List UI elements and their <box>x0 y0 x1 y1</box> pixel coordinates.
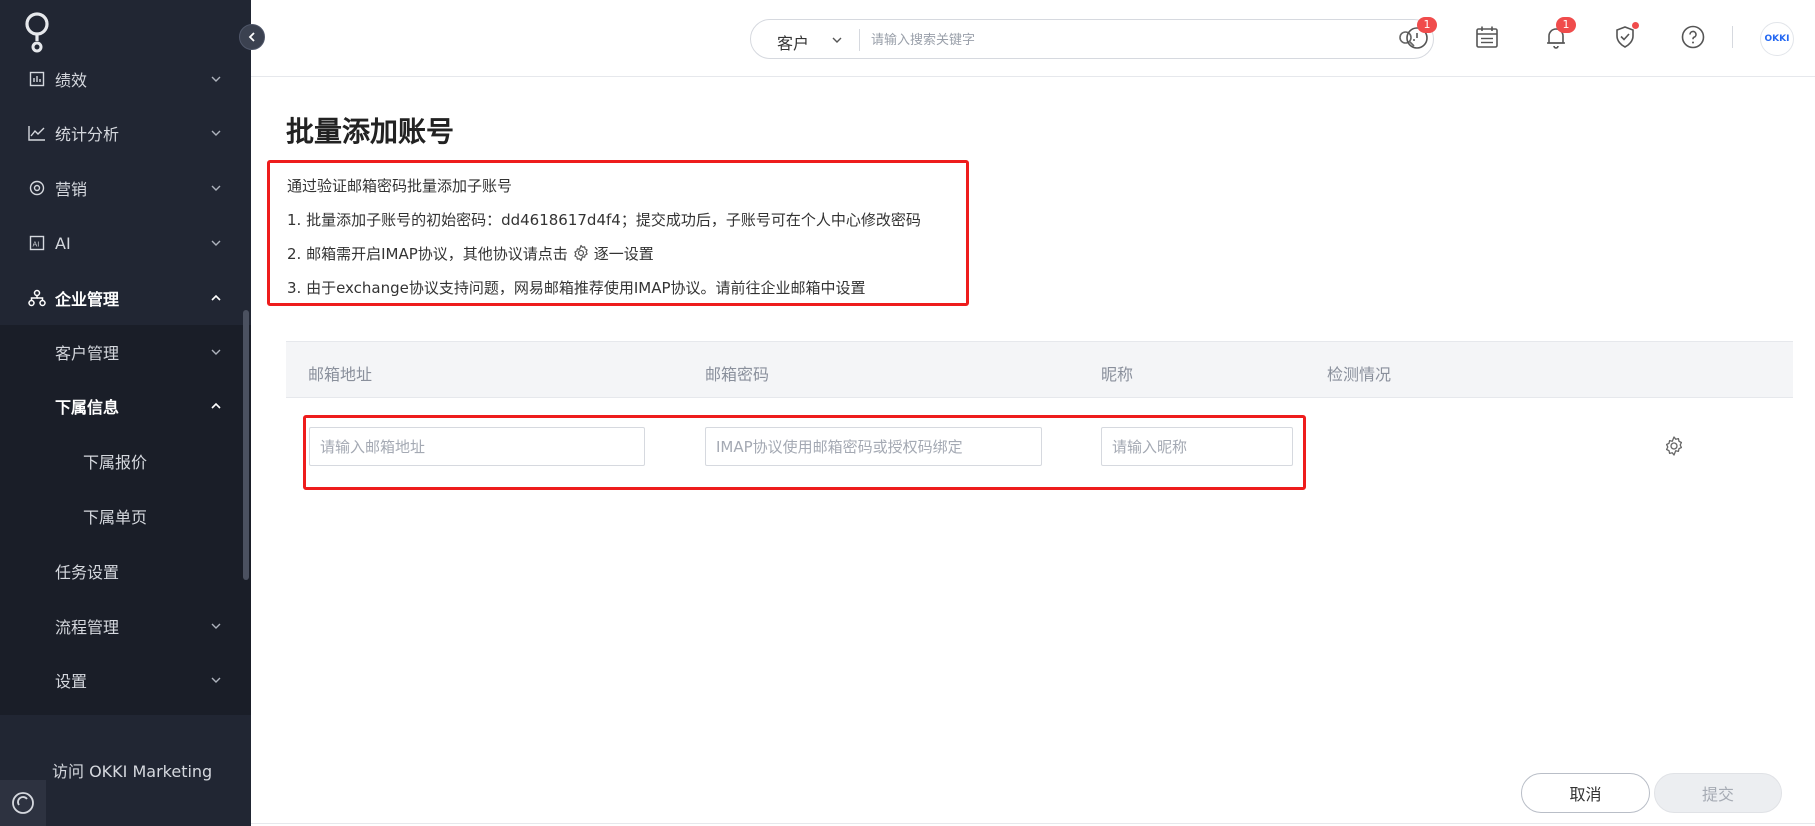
sidebar-item-label: 任务设置 <box>55 563 120 582</box>
chevron-up-icon <box>211 402 221 409</box>
instruction-line-2: 2. 邮箱需开启IMAP协议，其他协议请点击 逐一设置 <box>287 243 654 264</box>
security-button[interactable] <box>1610 22 1640 52</box>
sidebar-item-label: AI <box>55 233 71 253</box>
column-header-email: 邮箱地址 <box>308 365 373 384</box>
sidebar-item-settings[interactable]: 设置 <box>0 660 251 700</box>
password-field[interactable] <box>705 427 1042 466</box>
timer-badge: 1 <box>1417 17 1437 33</box>
logo-icon <box>25 12 49 53</box>
sidebar-item-subordinate-quotes[interactable]: 下属报价 <box>0 441 251 481</box>
global-search: 客户 <box>750 19 1434 59</box>
chevron-down-icon <box>211 677 221 683</box>
search-separator <box>859 29 860 51</box>
sidebar-item-task-settings[interactable]: 任务设置 <box>0 551 251 591</box>
column-header-nickname: 昵称 <box>1101 365 1134 384</box>
top-bar: 客户 1 1 OKKI <box>251 0 1815 77</box>
gear-icon[interactable] <box>1663 435 1685 457</box>
sidebar-item-label: 营销 <box>55 180 88 199</box>
visit-okki-marketing-link[interactable]: 访问 OKKI Marketing <box>52 758 212 782</box>
instruction-line-2-text: 2. 邮箱需开启IMAP协议，其他协议请点击 <box>287 245 568 263</box>
avatar[interactable]: OKKI <box>1760 22 1794 56</box>
help-icon <box>1681 25 1705 49</box>
instruction-intro: 通过验证邮箱密码批量添加子账号 <box>287 177 513 195</box>
sidebar-item-label: 流程管理 <box>55 618 120 637</box>
chevron-left-icon <box>248 32 255 42</box>
assistant-button[interactable] <box>0 780 46 826</box>
org-icon <box>27 288 47 308</box>
nickname-field[interactable] <box>1101 427 1293 466</box>
svg-text:AI: AI <box>33 241 40 249</box>
sidebar: 绩效 统计分析 营销 AI AI 企业管理 客户管理 下属信息 下属报价 下属单… <box>0 0 251 826</box>
sidebar-item-performance[interactable]: 绩效 <box>0 59 251 99</box>
security-alert-dot <box>1632 22 1639 29</box>
sidebar-item-label: 企业管理 <box>55 290 120 309</box>
chevron-down-icon <box>211 185 221 191</box>
chart-line-icon <box>27 123 47 143</box>
help-button[interactable] <box>1678 22 1708 52</box>
sidebar-item-label: 下属信息 <box>55 398 120 417</box>
sidebar-item-subordinate-pages[interactable]: 下属单页 <box>0 496 251 536</box>
search-scope-select[interactable]: 客户 <box>777 30 809 54</box>
topbar-divider <box>1732 26 1733 48</box>
submit-button[interactable]: 提交 <box>1654 773 1782 813</box>
chevron-down-icon <box>211 76 221 82</box>
timer-button[interactable]: 1 <box>1402 17 1437 52</box>
calendar-icon <box>1476 26 1498 48</box>
column-header-check-status: 检测情况 <box>1327 365 1392 384</box>
target-icon <box>27 178 47 198</box>
instructions-box: 通过验证邮箱密码批量添加子账号 1. 批量添加子账号的初始密码：dd461861… <box>267 160 969 306</box>
chevron-down-icon <box>211 240 221 246</box>
report-icon <box>27 69 47 89</box>
assistant-icon <box>12 792 34 814</box>
email-field[interactable] <box>309 427 645 466</box>
chevron-down-icon <box>211 623 221 629</box>
gear-icon[interactable] <box>572 244 590 262</box>
chevron-down-icon <box>211 130 221 136</box>
sidebar-item-statistics[interactable]: 统计分析 <box>0 113 251 153</box>
notifications-button[interactable]: 1 <box>1541 17 1576 52</box>
notifications-badge: 1 <box>1556 17 1576 33</box>
ai-icon: AI <box>27 233 47 253</box>
chevron-up-icon <box>211 294 221 301</box>
cancel-button[interactable]: 取消 <box>1521 773 1650 813</box>
sidebar-item-ai[interactable]: AI AI <box>0 223 251 263</box>
chevron-down-icon[interactable] <box>831 34 843 46</box>
sidebar-item-label: 设置 <box>55 672 88 691</box>
sidebar-item-enterprise[interactable]: 企业管理 <box>0 278 251 318</box>
page-title: 批量添加账号 <box>286 115 455 148</box>
sidebar-item-label: 绩效 <box>55 71 88 90</box>
footer-divider <box>251 823 1815 824</box>
instruction-line-1: 1. 批量添加子账号的初始密码：dd4618617d4f4；提交成功后，子账号可… <box>287 211 921 229</box>
app-window: 绩效 统计分析 营销 AI AI 企业管理 客户管理 下属信息 下属报价 下属单… <box>0 0 1815 826</box>
instruction-line-3: 3. 由于exchange协议支持问题，网易邮箱推荐使用IMAP协议。请前往企业… <box>287 279 866 297</box>
sidebar-collapse-button[interactable] <box>239 24 265 50</box>
sidebar-item-label: 下属单页 <box>83 508 148 527</box>
sidebar-item-subordinate-info[interactable]: 下属信息 <box>0 386 251 426</box>
chevron-down-icon <box>211 349 221 355</box>
sidebar-item-label: 客户管理 <box>55 344 120 363</box>
search-input[interactable] <box>871 28 1371 52</box>
sidebar-item-label: 统计分析 <box>55 125 120 144</box>
column-header-password: 邮箱密码 <box>705 365 770 384</box>
sidebar-item-label: 下属报价 <box>83 453 148 472</box>
table-header: 邮箱地址 邮箱密码 昵称 检测情况 <box>286 341 1793 398</box>
sidebar-item-process-mgmt[interactable]: 流程管理 <box>0 606 251 646</box>
instruction-line-2-suffix: 逐一设置 <box>593 245 654 263</box>
sidebar-item-customer-mgmt[interactable]: 客户管理 <box>0 332 251 372</box>
sidebar-scrollbar[interactable] <box>243 310 249 580</box>
calendar-button[interactable] <box>1472 22 1502 52</box>
sidebar-item-marketing[interactable]: 营销 <box>0 168 251 208</box>
